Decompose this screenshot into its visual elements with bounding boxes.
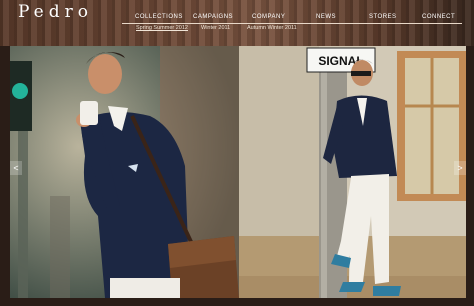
nav-item-connect[interactable]: CONNECT [422, 14, 455, 20]
brand-logo[interactable]: Pedro [18, 2, 93, 22]
nav-item-news[interactable]: NEWS [316, 14, 336, 20]
campaign-photo-right: SIGNAL [239, 46, 466, 298]
subnav-autumn-winter-2011[interactable]: Autumn Winter 2011 [247, 25, 297, 31]
nav-divider [122, 23, 462, 24]
subnav-winter-2011[interactable]: Winter 2011 [201, 25, 230, 31]
nav-item-stores[interactable]: STORES [369, 14, 397, 20]
campaign-gallery: SIGNAL < > [10, 46, 466, 298]
header: Pedro COLLECTIONS CAMPAIGNS COMPANY NEWS… [0, 0, 474, 46]
gallery-next-arrow[interactable]: > [454, 161, 466, 175]
page: Pedro COLLECTIONS CAMPAIGNS COMPANY NEWS… [0, 0, 474, 306]
nav-item-campaigns[interactable]: CAMPAIGNS [193, 14, 233, 20]
gallery-prev-arrow[interactable]: < [10, 161, 22, 175]
nav-item-collections[interactable]: COLLECTIONS [135, 14, 183, 20]
footer-bar [0, 298, 474, 306]
campaign-photo-left-image [10, 46, 239, 298]
nav-item-company[interactable]: COMPANY [252, 14, 285, 20]
subnav-spring-summer-2012[interactable]: Spring Summer 2012 [136, 25, 188, 31]
campaign-photo-left [10, 46, 239, 298]
campaign-photo-right-image: SIGNAL [239, 46, 466, 298]
